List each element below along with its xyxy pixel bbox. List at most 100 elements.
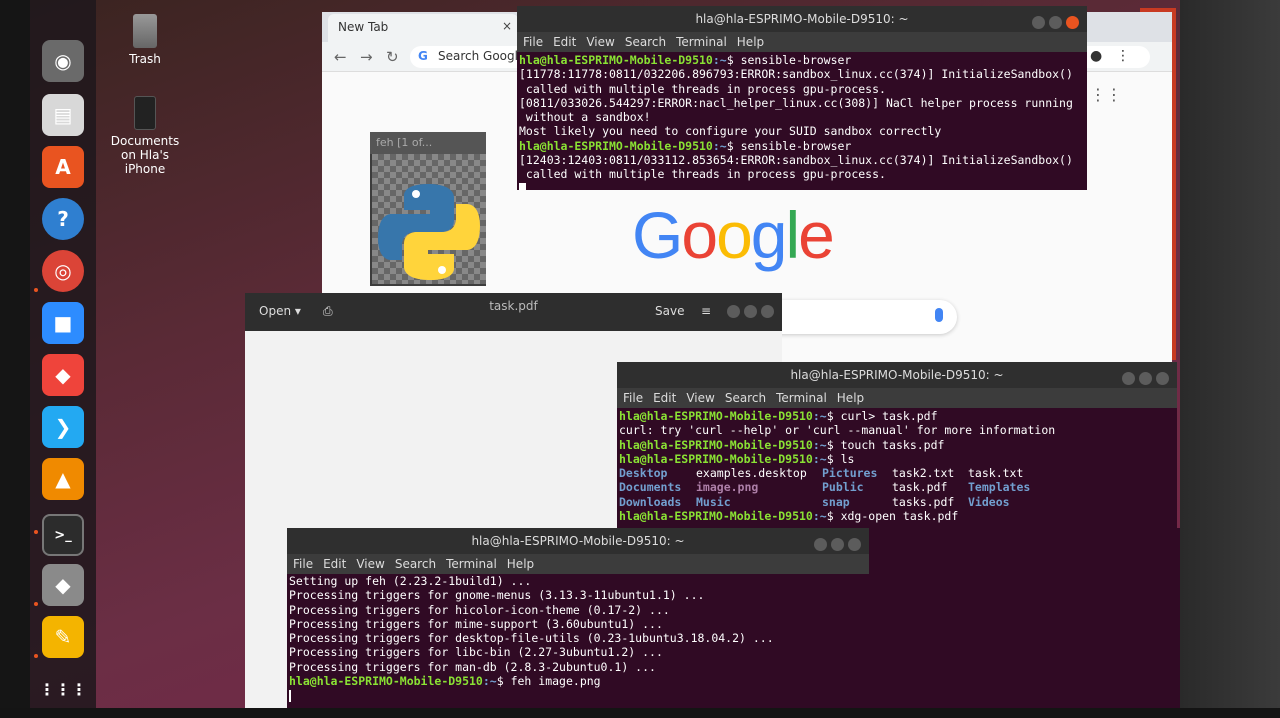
- menu-file[interactable]: File: [293, 557, 313, 571]
- menu-view[interactable]: View: [686, 391, 714, 405]
- prompt-path: :~: [812, 409, 827, 423]
- output-line: Processing triggers for libc-bin (2.27-3…: [289, 645, 663, 660]
- output-line: Processing triggers for hicolor-icon-the…: [289, 602, 670, 617]
- menu-view[interactable]: View: [586, 35, 614, 49]
- menu-terminal[interactable]: Terminal: [446, 557, 497, 571]
- output-line: curl: try 'curl --help' or 'curl --manua…: [619, 423, 1056, 438]
- menu-file[interactable]: File: [623, 391, 643, 405]
- menu-terminal[interactable]: Terminal: [676, 35, 727, 49]
- terminal-window-bottom: hla@hla-ESPRIMO-Mobile-D9510: ~ File Edit…: [287, 528, 1180, 708]
- reload-icon[interactable]: ↻: [386, 48, 399, 66]
- hamburger-menu-icon[interactable]: ≡: [701, 304, 711, 318]
- show-apps-icon[interactable]: ⋮⋮⋮: [39, 668, 87, 710]
- more-menu-icon[interactable]: ⋮: [1116, 48, 1130, 64]
- minimize-icon[interactable]: [814, 538, 827, 551]
- iphone-documents-desktop-icon[interactable]: Documents on Hla's iPhone: [100, 96, 190, 176]
- window-controls: [723, 305, 774, 321]
- terminal-window-top: hla@hla-ESPRIMO-Mobile-D9510: ~ File Edit…: [517, 6, 1087, 190]
- ls-entry: Public: [822, 480, 864, 495]
- trash-desktop-icon[interactable]: Trash: [100, 14, 190, 66]
- running-indicator: [34, 530, 38, 534]
- maximize-icon[interactable]: [1049, 16, 1062, 29]
- minimize-icon[interactable]: [1122, 372, 1135, 385]
- prompt-path: :~: [812, 451, 827, 466]
- python-logo-icon: [378, 184, 480, 280]
- maximize-icon[interactable]: [1139, 372, 1152, 385]
- prompt-user: hla@hla-ESPRIMO-Mobile-D9510: [289, 674, 483, 689]
- menu-help[interactable]: Help: [737, 35, 764, 49]
- forward-arrow-icon[interactable]: →: [360, 48, 373, 66]
- ls-entry: Templates: [968, 480, 1031, 495]
- text-editor-icon[interactable]: ✎: [42, 616, 84, 658]
- help-icon[interactable]: ?: [42, 198, 84, 240]
- microphone-icon[interactable]: [935, 308, 943, 322]
- google-g-icon: G: [418, 49, 428, 63]
- menu-search[interactable]: Search: [725, 391, 766, 405]
- ls-entry: image.png: [696, 480, 759, 495]
- vscode-icon[interactable]: ❯: [42, 406, 84, 448]
- speaker-icon[interactable]: ◉: [42, 40, 84, 82]
- profile-icon[interactable]: ●: [1090, 48, 1102, 64]
- command-line: $ xdg-open task.pdf: [826, 509, 959, 524]
- command-line: $ curl> task.pdf: [826, 409, 938, 423]
- menu-view[interactable]: View: [356, 557, 384, 571]
- screen-bezel-right: [1180, 0, 1280, 718]
- feh-title: feh [1 of...: [370, 132, 486, 154]
- menu-file[interactable]: File: [523, 35, 543, 49]
- close-icon[interactable]: [1156, 372, 1169, 385]
- window-controls: [810, 534, 861, 560]
- screen-bezel-bottom: [0, 708, 1280, 718]
- menu-help[interactable]: Help: [837, 391, 864, 405]
- menu-edit[interactable]: Edit: [553, 35, 576, 49]
- output-line: Processing triggers for mime-support (3.…: [289, 616, 663, 631]
- menu-edit[interactable]: Edit: [653, 391, 676, 405]
- close-icon[interactable]: [761, 305, 774, 318]
- chrome-icon[interactable]: ◎: [42, 250, 84, 292]
- minimize-icon[interactable]: [1032, 16, 1045, 29]
- menu-search[interactable]: Search: [395, 557, 436, 571]
- minimize-icon[interactable]: [727, 305, 740, 318]
- feh-image-window: feh [1 of...: [370, 132, 486, 286]
- prompt-path: :~: [712, 53, 727, 67]
- google-logo-letter: e: [798, 198, 835, 272]
- software-center-icon[interactable]: A: [42, 146, 84, 188]
- output-line: [12403:12403:0811/033112.853654:ERROR:sa…: [519, 153, 1073, 168]
- prompt-user: hla@hla-ESPRIMO-Mobile-D9510: [519, 138, 713, 153]
- terminal-title-text: hla@hla-ESPRIMO-Mobile-D9510: ~: [471, 534, 685, 548]
- google-logo-letter: o: [716, 198, 753, 272]
- ls-entry: examples.desktop: [696, 466, 807, 481]
- menu-terminal[interactable]: Terminal: [776, 391, 827, 405]
- close-icon[interactable]: [1066, 16, 1079, 29]
- document-viewer-icon[interactable]: ▤: [42, 94, 84, 136]
- tab-new-tab[interactable]: New Tab ×: [328, 14, 518, 42]
- window-controls: [1028, 12, 1079, 38]
- terminal-icon[interactable]: >_: [42, 514, 84, 556]
- text-cursor: [289, 689, 291, 702]
- output-line: Processing triggers for gnome-menus (3.1…: [289, 588, 705, 603]
- maximize-icon[interactable]: [831, 538, 844, 551]
- anydesk-icon[interactable]: ◆: [42, 354, 84, 396]
- installer-icon[interactable]: ◆: [42, 564, 84, 606]
- google-logo-letter: o: [681, 198, 718, 272]
- back-arrow-icon[interactable]: ←: [334, 48, 347, 66]
- maximize-icon[interactable]: [744, 305, 757, 318]
- menu-help[interactable]: Help: [507, 557, 534, 571]
- running-indicator: [34, 602, 38, 606]
- terminal-output[interactable]: hla@hla-ESPRIMO-Mobile-D9510:~$ sensible…: [517, 52, 1087, 190]
- tab-close-icon[interactable]: ×: [502, 19, 512, 33]
- prompt-path: :~: [712, 138, 727, 153]
- menu-edit[interactable]: Edit: [323, 557, 346, 571]
- ls-entry: snap: [822, 494, 850, 509]
- trash-icon: [133, 14, 157, 48]
- vlc-icon[interactable]: ▲: [42, 458, 84, 500]
- close-icon[interactable]: [848, 538, 861, 551]
- ls-entry: tasks.pdf: [892, 494, 955, 509]
- prompt-user: hla@hla-ESPRIMO-Mobile-D9510: [619, 409, 813, 423]
- save-button[interactable]: Save: [655, 304, 684, 318]
- zoom-icon[interactable]: ■: [42, 302, 84, 344]
- ls-entry: Downloads: [619, 494, 682, 509]
- google-logo-letter: G: [632, 198, 683, 272]
- terminal-output[interactable]: hla@hla-ESPRIMO-Mobile-D9510:~$ curl> ta…: [617, 408, 1177, 524]
- menu-search[interactable]: Search: [625, 35, 666, 49]
- terminal-output[interactable]: Setting up feh (2.23.2-1build1) ... Proc…: [287, 574, 1180, 704]
